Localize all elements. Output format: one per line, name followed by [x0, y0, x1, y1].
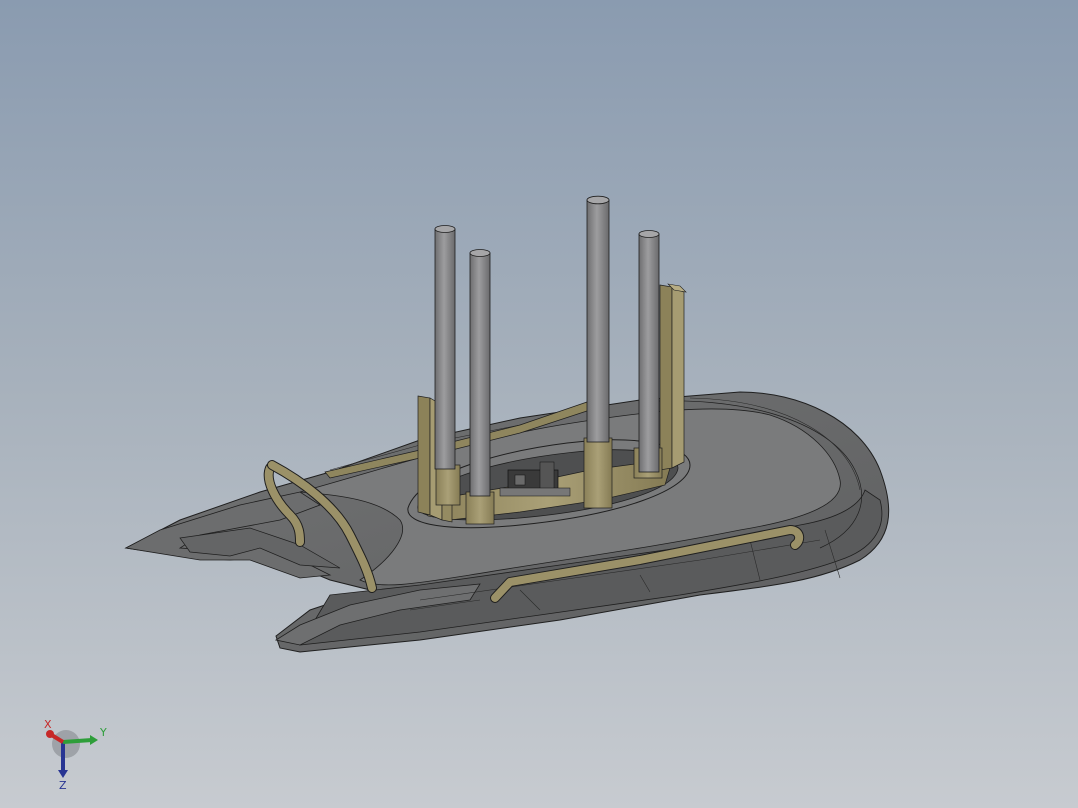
tube-2 — [469, 249, 491, 497]
mechanism-detail-1 — [514, 474, 526, 486]
mechanism-detail-2 — [539, 461, 555, 491]
right-bracket[interactable] — [659, 283, 687, 471]
mechanism-detail-3 — [499, 487, 571, 497]
triad-y-label: Y — [99, 726, 107, 739]
orientation-triad[interactable]: X Y Z — [30, 712, 120, 792]
triad-graphic: X Y Z — [44, 718, 107, 792]
tube-1 — [434, 225, 456, 470]
triad-x-label: X — [44, 718, 52, 731]
tube-3 — [586, 195, 610, 443]
triad-z-label: Z — [59, 779, 67, 792]
tube-4 — [638, 230, 660, 473]
model-view[interactable] — [0, 0, 1078, 808]
3d-viewport[interactable]: X Y Z — [0, 0, 1078, 808]
